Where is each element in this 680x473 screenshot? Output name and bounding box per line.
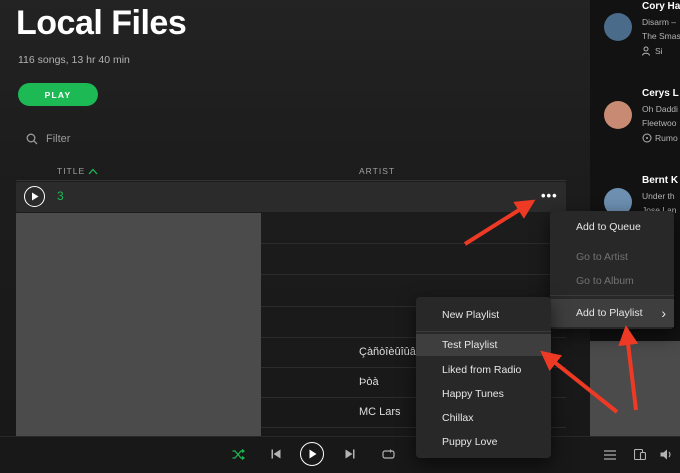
queue-icon[interactable]	[604, 450, 616, 460]
menu-item-add-to-playlist[interactable]: Add to Playlist ›	[550, 299, 674, 327]
submenu-item-new-playlist[interactable]: New Playlist	[416, 309, 551, 321]
player-bar	[0, 436, 680, 473]
playlist-meta: 116 songs, 13 hr 40 min	[18, 54, 130, 66]
friend-track[interactable]: Under th	[642, 191, 675, 201]
friend-context-label: Si	[655, 46, 663, 56]
repeat-icon[interactable]	[382, 449, 395, 460]
album-artwork-placeholder	[16, 213, 261, 436]
submenu-item-chillax[interactable]: Chillax	[416, 412, 551, 424]
play-icon	[31, 192, 38, 201]
devices-icon[interactable]	[634, 449, 646, 460]
search-icon	[26, 133, 38, 145]
friend-name[interactable]: Cerys L	[642, 88, 679, 99]
friend-track[interactable]: Disarm –	[642, 17, 676, 27]
playlist-submenu: New Playlist Test Playlist Liked from Ra…	[416, 297, 551, 458]
friend-track[interactable]: Oh Daddi	[642, 104, 678, 114]
menu-item-add-to-queue[interactable]: Add to Queue	[550, 221, 674, 233]
play-icon	[309, 449, 316, 459]
filter-placeholder: Filter	[46, 133, 71, 145]
friend-name[interactable]: Bernt K	[642, 175, 678, 186]
volume-icon[interactable]	[660, 449, 674, 460]
avatar	[604, 13, 632, 41]
friend-name[interactable]: Cory Ha	[642, 1, 680, 12]
menu-item-go-to-artist: Go to Artist	[576, 251, 628, 263]
submenu-item-liked-from-radio[interactable]: Liked from Radio	[416, 364, 551, 376]
friend-artist[interactable]: Fleetwoo	[642, 118, 677, 128]
submenu-item-happy-tunes[interactable]: Happy Tunes	[416, 388, 551, 400]
row-divider	[261, 243, 566, 244]
menu-item-label: Add to Playlist	[576, 307, 643, 319]
track-artist[interactable]: Çàñòîèûîûâ	[359, 346, 416, 358]
context-menu: Add to Queue Go to Artist Go to Album Ad…	[550, 211, 674, 329]
column-header-artist[interactable]: ARTIST	[359, 166, 395, 176]
track-artist[interactable]: Þòà	[359, 376, 379, 388]
track-artist[interactable]: MC Lars	[359, 406, 401, 418]
row-play-button[interactable]	[24, 186, 45, 207]
friend-artist[interactable]: The Smas	[642, 31, 680, 41]
track-number: 3	[57, 189, 64, 203]
avatar	[604, 101, 632, 129]
play-button[interactable]: PLAY	[18, 83, 98, 106]
filter-field[interactable]: Filter	[26, 133, 70, 145]
submenu-item-test-playlist[interactable]: Test Playlist	[416, 334, 551, 356]
user-icon	[642, 46, 650, 56]
column-title-label: TITLE	[57, 166, 86, 176]
menu-divider	[416, 331, 551, 332]
album-icon	[642, 133, 652, 143]
track-row-active[interactable]: 3 •••	[16, 182, 566, 212]
shuffle-icon[interactable]	[232, 449, 245, 460]
album-artwork-placeholder	[590, 341, 680, 436]
next-icon[interactable]	[345, 449, 355, 459]
page-title: Local Files	[16, 4, 187, 42]
header-divider	[16, 180, 566, 181]
friend-context[interactable]: Si	[642, 46, 663, 56]
chevron-right-icon: ›	[661, 305, 666, 321]
more-options-button[interactable]: •••	[541, 188, 558, 203]
friend-context[interactable]: Rumo	[642, 133, 678, 143]
sort-ascending-icon	[88, 168, 98, 174]
menu-divider	[550, 295, 674, 296]
menu-item-go-to-album: Go to Album	[576, 275, 634, 287]
previous-icon[interactable]	[271, 449, 281, 459]
submenu-item-puppy-love[interactable]: Puppy Love	[416, 436, 551, 448]
friend-context-label: Rumo	[655, 133, 678, 143]
player-play-button[interactable]	[300, 442, 324, 466]
row-divider	[261, 274, 566, 275]
column-header-title[interactable]: TITLE	[57, 166, 98, 176]
